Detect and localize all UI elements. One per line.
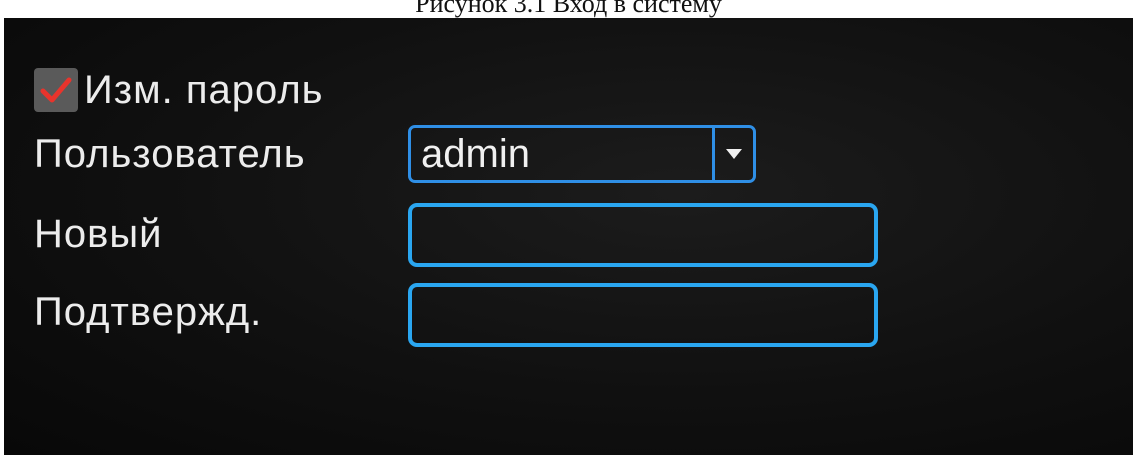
change-password-row: Изм. пароль [34,60,324,120]
new-password-label: Новый [34,211,163,256]
new-password-row: Новый [34,204,414,264]
password-change-panel: Изм. пароль Пользователь admin Новый Под… [4,18,1133,455]
figure-caption-text: Рисунок 3.1 Вход в систему [415,0,722,18]
user-select-value: admin [421,131,530,176]
triangle-down-icon [726,149,742,159]
confirm-password-label: Подтвержд. [34,289,263,334]
new-password-field[interactable] [408,203,878,267]
checkmark-icon [40,77,72,103]
user-row: Пользователь [34,124,414,184]
user-select-arrow[interactable] [712,128,753,180]
confirm-password-row: Подтвержд. [34,280,414,344]
confirm-password-field[interactable] [408,283,878,347]
change-password-checkbox[interactable] [34,68,78,112]
change-password-label: Изм. пароль [84,67,324,112]
user-label: Пользователь [34,131,306,176]
user-select[interactable]: admin [408,125,756,183]
